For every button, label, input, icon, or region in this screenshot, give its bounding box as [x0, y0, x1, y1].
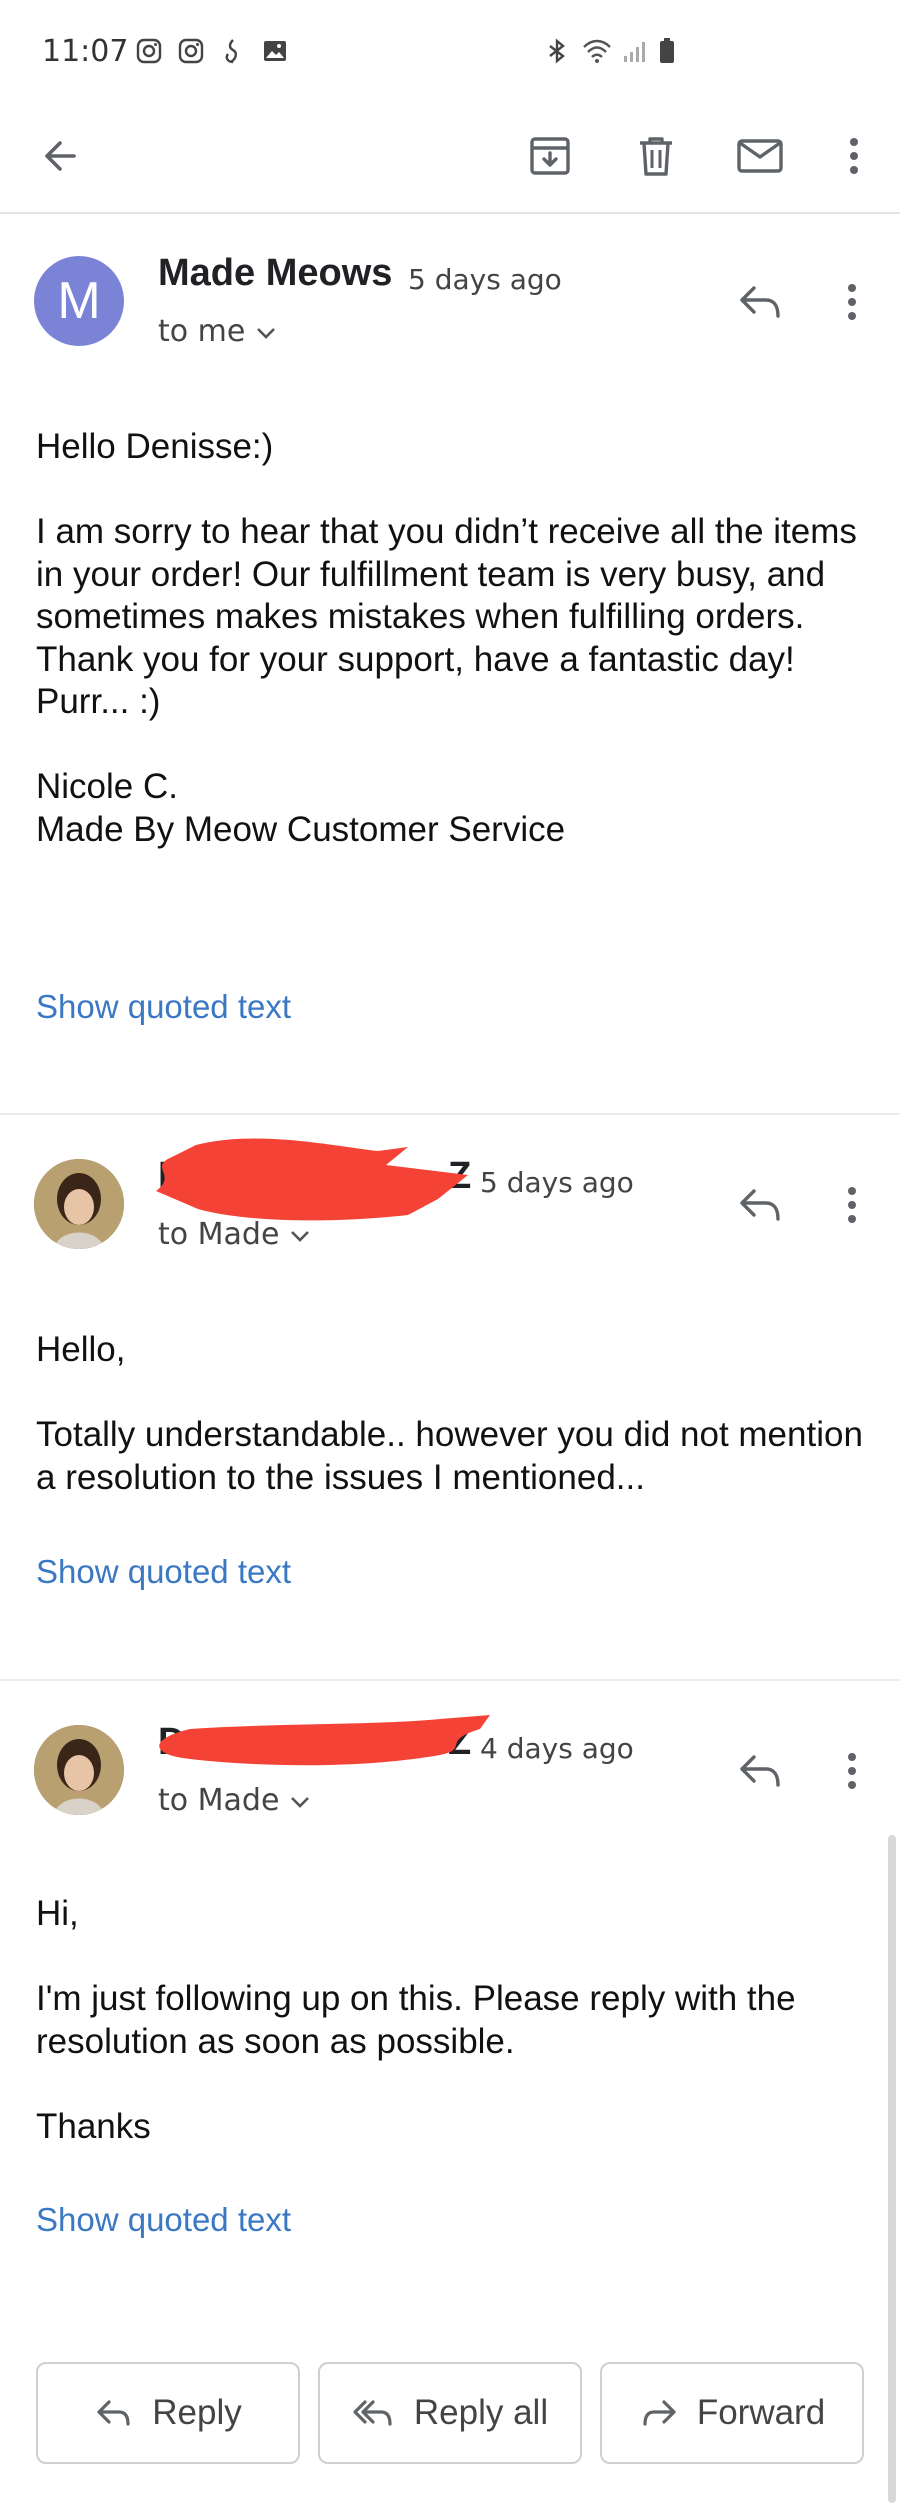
- recipient-label: to me: [158, 314, 246, 349]
- sender-name[interactable]: Made Meows: [158, 252, 392, 295]
- recipient-label: to Made: [158, 1217, 280, 1252]
- chevron-down-icon: [291, 1796, 310, 1808]
- bluetooth-icon: [549, 38, 565, 64]
- reply-icon[interactable]: [736, 1747, 784, 1795]
- wifi-icon: [583, 39, 611, 63]
- instagram-icon: [136, 38, 162, 64]
- recipient-details[interactable]: to Made: [158, 1783, 311, 1818]
- status-time: 11:07: [42, 34, 129, 69]
- notification-icon: [225, 39, 237, 64]
- reply-icon[interactable]: [736, 278, 784, 326]
- recipient-details[interactable]: to Made: [158, 1217, 311, 1252]
- reply-icon[interactable]: [736, 1181, 784, 1229]
- status-bar: 11:07: [0, 0, 900, 100]
- forward-icon: [643, 2400, 676, 2426]
- message-age: 5 days ago: [408, 263, 562, 296]
- reply-all-button-label: Reply all: [413, 2393, 549, 2432]
- delete-icon: [640, 137, 672, 176]
- forward-button-label: Forward: [696, 2393, 826, 2432]
- recipient-details[interactable]: to me: [158, 314, 277, 349]
- more-options-button[interactable]: [826, 128, 882, 184]
- mark-unread-icon: [737, 139, 783, 173]
- battery-icon: [660, 38, 674, 63]
- archive-button[interactable]: [522, 128, 578, 184]
- delete-button[interactable]: [628, 128, 684, 184]
- image-icon: [264, 41, 286, 61]
- reply-button-label: Reply: [152, 2393, 242, 2432]
- redaction-mark: [159, 1715, 490, 1766]
- recipient-label: to Made: [158, 1783, 280, 1818]
- instagram-icon: [178, 38, 204, 64]
- reply-all-icon: [353, 2400, 392, 2426]
- more-vert-icon[interactable]: [836, 1747, 868, 1795]
- reply-icon: [97, 2400, 130, 2426]
- chevron-down-icon: [257, 327, 276, 339]
- more-vert-icon[interactable]: [836, 1181, 868, 1229]
- avatar[interactable]: [34, 1159, 124, 1249]
- chevron-down-icon: [291, 1230, 310, 1242]
- avatar-photo: [34, 1159, 124, 1249]
- avatar[interactable]: [34, 1725, 124, 1815]
- avatar[interactable]: M: [34, 256, 124, 346]
- back-button[interactable]: [32, 128, 88, 184]
- divider: [0, 1113, 900, 1115]
- show-quoted-text-link[interactable]: Show quoted text: [36, 988, 291, 1026]
- top-toolbar: [0, 100, 900, 214]
- message-body: Hello, Totally understandable.. however …: [36, 1330, 863, 1497]
- message-age: 4 days ago: [480, 1732, 634, 1765]
- signal-icon: [624, 42, 645, 62]
- mark-unread-button[interactable]: [732, 128, 788, 184]
- more-vert-icon[interactable]: [836, 278, 868, 326]
- show-quoted-text-link[interactable]: Show quoted text: [36, 1553, 291, 1591]
- show-quoted-text-link[interactable]: Show quoted text: [36, 2201, 291, 2239]
- reply-all-button[interactable]: Reply all: [318, 2362, 582, 2464]
- scrollbar[interactable]: [888, 1835, 896, 2503]
- message-body: Hi, I'm just following up on this. Pleas…: [36, 1894, 796, 2146]
- avatar-photo: [34, 1725, 124, 1815]
- reply-button[interactable]: Reply: [36, 2362, 300, 2464]
- archive-icon: [530, 137, 570, 175]
- avatar-letter: M: [57, 272, 101, 330]
- back-arrow-icon: [45, 141, 76, 171]
- message-body: Hello Denisse:) I am sorry to hear that …: [36, 427, 857, 849]
- message-age: 5 days ago: [480, 1166, 634, 1199]
- divider: [0, 1679, 900, 1681]
- more-vert-icon: [850, 138, 858, 174]
- forward-button[interactable]: Forward: [600, 2362, 864, 2464]
